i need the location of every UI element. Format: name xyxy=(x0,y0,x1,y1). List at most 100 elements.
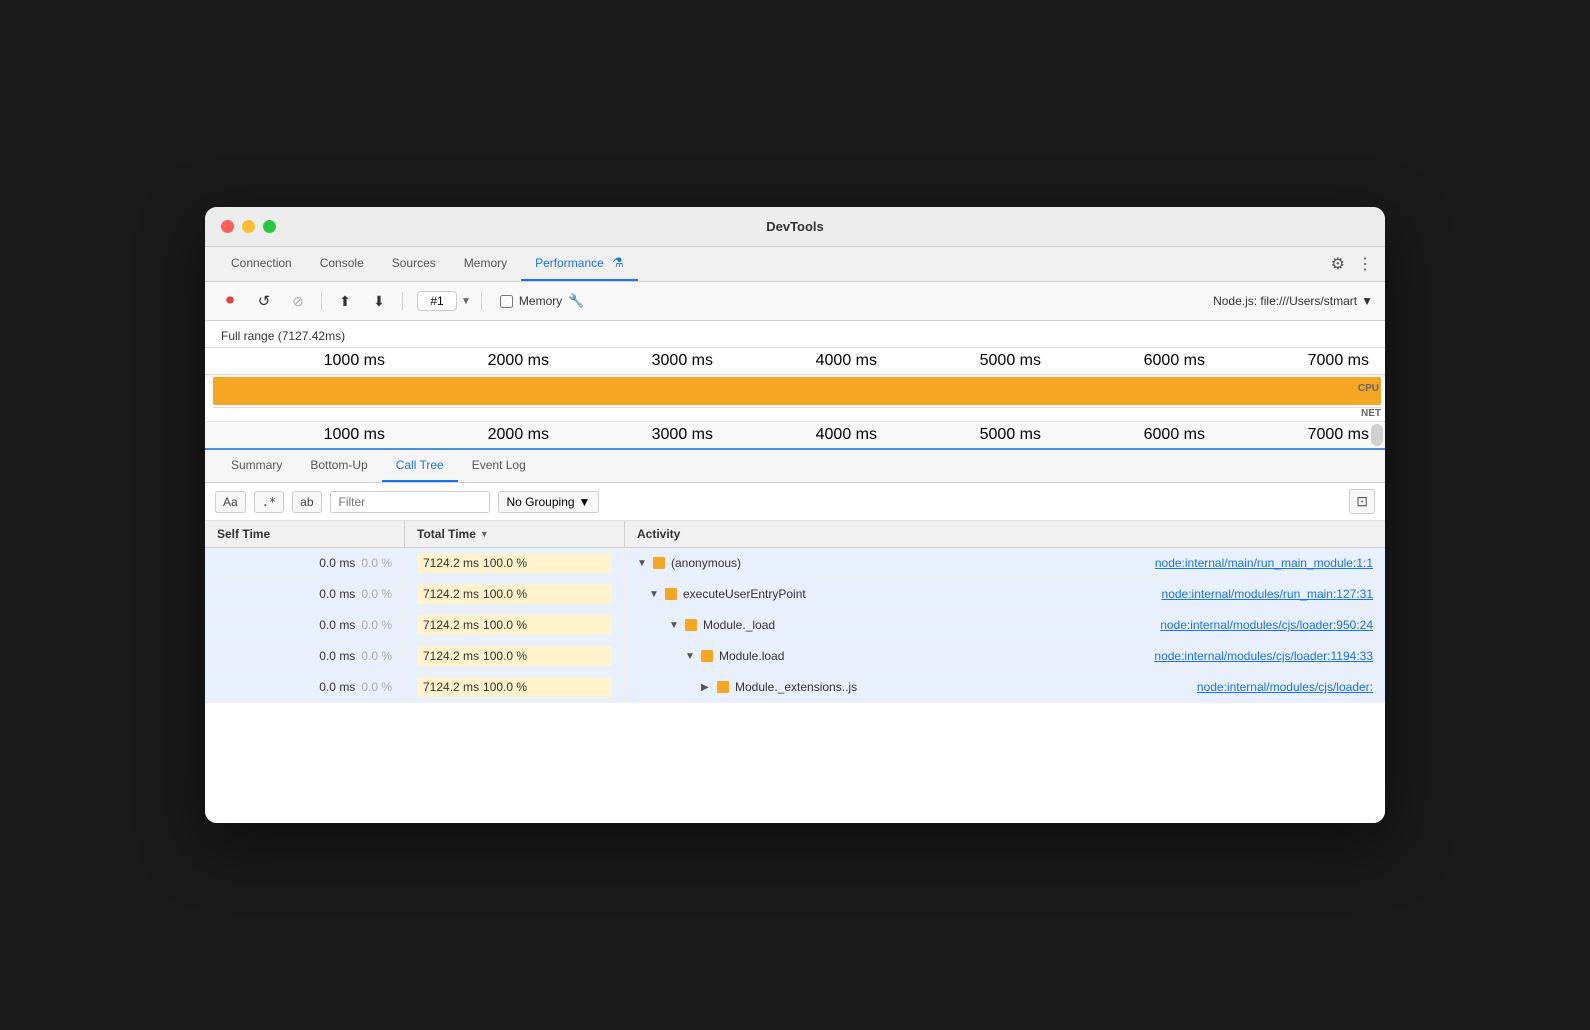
scrollbar-thumb[interactable] xyxy=(1371,424,1383,446)
reload-button[interactable]: ↺ xyxy=(251,288,277,314)
ruler-mark-b1: 1000 ms xyxy=(324,426,385,444)
timeline-range-header: Full range (7127.42ms) xyxy=(205,321,1385,348)
regex-filter-button[interactable]: .* xyxy=(254,491,284,513)
td-activity-4: ▶ Module._extensions..js node:internal/m… xyxy=(625,672,1385,702)
traffic-lights xyxy=(221,220,276,233)
cpu-bar xyxy=(213,377,1381,405)
ruler-mark-5: 5000 ms xyxy=(980,352,1041,370)
td-self-time-2: 0.0 ms 0.0 % xyxy=(205,610,405,640)
tab-memory[interactable]: Memory xyxy=(450,248,521,280)
nav-tabs: Connection Console Sources Memory Perfor… xyxy=(205,247,1385,282)
ruler-mark-b3: 3000 ms xyxy=(652,426,713,444)
ruler-marks-bottom: 1000 ms 2000 ms 3000 ms 4000 ms 5000 ms … xyxy=(221,426,1369,444)
expand-arrow-1[interactable]: ▼ xyxy=(649,589,659,600)
toolbar: ⏺ ↺ ⊘ ⬆ ⬇ ▼ Memory 🔧 Node.js: file:///Us… xyxy=(205,282,1385,321)
activity-link-3[interactable]: node:internal/modules/cjs/loader:1194:33 xyxy=(1154,649,1373,663)
tab-event-log[interactable]: Event Log xyxy=(458,450,540,482)
more-icon[interactable]: ⋮ xyxy=(1357,254,1373,274)
tab-performance[interactable]: Performance ⚗ xyxy=(521,247,638,281)
total-bar-1: 7124.2 ms 100.0 % xyxy=(417,584,612,604)
aa-filter-button[interactable]: Aa xyxy=(215,491,246,513)
download-button[interactable]: ⬇ xyxy=(366,288,392,314)
close-button[interactable] xyxy=(221,220,234,233)
table-row[interactable]: 0.0 ms 0.0 % 7124.2 ms 100.0 % ▼ Module.… xyxy=(205,610,1385,641)
th-self-time: Self Time xyxy=(205,521,405,547)
nav-icons: ⚙ ⋮ xyxy=(1331,254,1373,274)
grouping-dropdown[interactable]: No Grouping ▼ xyxy=(498,491,600,513)
grouping-arrow: ▼ xyxy=(579,495,591,509)
memory-tool-icon: 🔧 xyxy=(568,293,584,309)
minimize-button[interactable] xyxy=(242,220,255,233)
record-dropdown-arrow[interactable]: ▼ xyxy=(461,296,471,307)
total-bar-3: 7124.2 ms 100.0 % xyxy=(417,646,612,666)
table-row[interactable]: 0.0 ms 0.0 % 7124.2 ms 100.0 % ▶ Module.… xyxy=(205,672,1385,703)
node-dropdown-arrow: ▼ xyxy=(1361,294,1373,308)
panel-toggle-button[interactable]: ⊡ xyxy=(1349,489,1375,514)
clear-button[interactable]: ⊘ xyxy=(285,288,311,314)
activity-link-4[interactable]: node:internal/modules/cjs/loader: xyxy=(1197,680,1373,694)
td-self-time-3: 0.0 ms 0.0 % xyxy=(205,641,405,671)
settings-icon[interactable]: ⚙ xyxy=(1331,254,1345,274)
toolbar-right: Node.js: file:///Users/stmart ▼ xyxy=(1213,294,1373,308)
td-self-time-1: 0.0 ms 0.0 % xyxy=(205,579,405,609)
upload-button[interactable]: ⬆ xyxy=(332,288,358,314)
activity-link-0[interactable]: node:internal/main/run_main_module:1:1 xyxy=(1155,556,1373,570)
title-bar: DevTools xyxy=(205,207,1385,247)
maximize-button[interactable] xyxy=(263,220,276,233)
tab-console[interactable]: Console xyxy=(306,248,378,280)
activity-link-1[interactable]: node:internal/modules/run_main:127:31 xyxy=(1162,587,1373,601)
flask-icon: ⚗ xyxy=(612,255,624,270)
tab-sources[interactable]: Sources xyxy=(378,248,450,280)
memory-label: Memory xyxy=(519,294,562,308)
expand-arrow-3[interactable]: ▼ xyxy=(685,651,695,662)
td-total-time-3: 7124.2 ms 100.0 % xyxy=(405,641,625,671)
devtools-window: DevTools Connection Console Sources Memo… xyxy=(205,207,1385,823)
ruler-mark-1: 1000 ms xyxy=(324,352,385,370)
th-total-time[interactable]: Total Time ▼ xyxy=(405,521,625,547)
expand-arrow-4[interactable]: ▶ xyxy=(701,682,711,693)
memory-checkbox-area: Memory 🔧 xyxy=(500,293,585,309)
tab-call-tree[interactable]: Call Tree xyxy=(382,450,458,482)
table-body: 0.0 ms 0.0 % 7124.2 ms 100.0 % ▼ (anonym… xyxy=(205,548,1385,823)
cpu-bar-container: CPU NET xyxy=(205,377,1385,422)
window-title: DevTools xyxy=(766,219,824,234)
table-header: Self Time Total Time ▼ Activity xyxy=(205,521,1385,548)
timeline-ruler-top: 1000 ms 2000 ms 3000 ms 4000 ms 5000 ms … xyxy=(205,348,1385,375)
activity-link-2[interactable]: node:internal/modules/cjs/loader:950:24 xyxy=(1160,618,1373,632)
record-id-area: ▼ xyxy=(417,291,471,311)
filter-input[interactable] xyxy=(330,491,490,513)
th-activity: Activity xyxy=(625,521,1385,547)
table-row[interactable]: 0.0 ms 0.0 % 7124.2 ms 100.0 % ▼ Module.… xyxy=(205,641,1385,672)
td-self-time-4: 0.0 ms 0.0 % xyxy=(205,672,405,702)
timeline-ruler-bottom: 1000 ms 2000 ms 3000 ms 4000 ms 5000 ms … xyxy=(205,422,1385,450)
empty-space xyxy=(205,703,1385,823)
net-label: NET xyxy=(1361,408,1381,419)
td-total-time-2: 7124.2 ms 100.0 % xyxy=(405,610,625,640)
record-button[interactable]: ⏺ xyxy=(217,288,243,314)
color-box-3 xyxy=(701,650,713,662)
record-id-input[interactable] xyxy=(417,291,457,311)
toolbar-separator-2 xyxy=(402,292,403,310)
total-bar-0: 7124.2 ms 100.0 % xyxy=(417,553,612,573)
total-bar-4: 7124.2 ms 100.0 % xyxy=(417,677,612,697)
td-total-time-1: 7124.2 ms 100.0 % xyxy=(405,579,625,609)
tab-bottom-up[interactable]: Bottom-Up xyxy=(296,450,381,482)
table-row[interactable]: 0.0 ms 0.0 % 7124.2 ms 100.0 % ▼ (anonym… xyxy=(205,548,1385,579)
node-selector[interactable]: Node.js: file:///Users/stmart ▼ xyxy=(1213,294,1373,308)
expand-arrow-0[interactable]: ▼ xyxy=(637,558,647,569)
ruler-mark-b5: 5000 ms xyxy=(980,426,1041,444)
case-filter-button[interactable]: ab xyxy=(292,491,321,513)
ruler-mark-b2: 2000 ms xyxy=(488,426,549,444)
node-label: Node.js: file:///Users/stmart xyxy=(1213,294,1357,308)
memory-checkbox[interactable] xyxy=(500,295,513,308)
ruler-mark-7: 7000 ms xyxy=(1308,352,1369,370)
ruler-mark-b7: 7000 ms xyxy=(1308,426,1369,444)
table-row[interactable]: 0.0 ms 0.0 % 7124.2 ms 100.0 % ▼ execute… xyxy=(205,579,1385,610)
color-box-1 xyxy=(665,588,677,600)
tab-connection[interactable]: Connection xyxy=(217,248,306,280)
td-activity-1: ▼ executeUserEntryPoint node:internal/mo… xyxy=(625,579,1385,609)
expand-arrow-2[interactable]: ▼ xyxy=(669,620,679,631)
tab-summary[interactable]: Summary xyxy=(217,450,296,482)
total-bar-2: 7124.2 ms 100.0 % xyxy=(417,615,612,635)
ruler-mark-b6: 6000 ms xyxy=(1144,426,1205,444)
